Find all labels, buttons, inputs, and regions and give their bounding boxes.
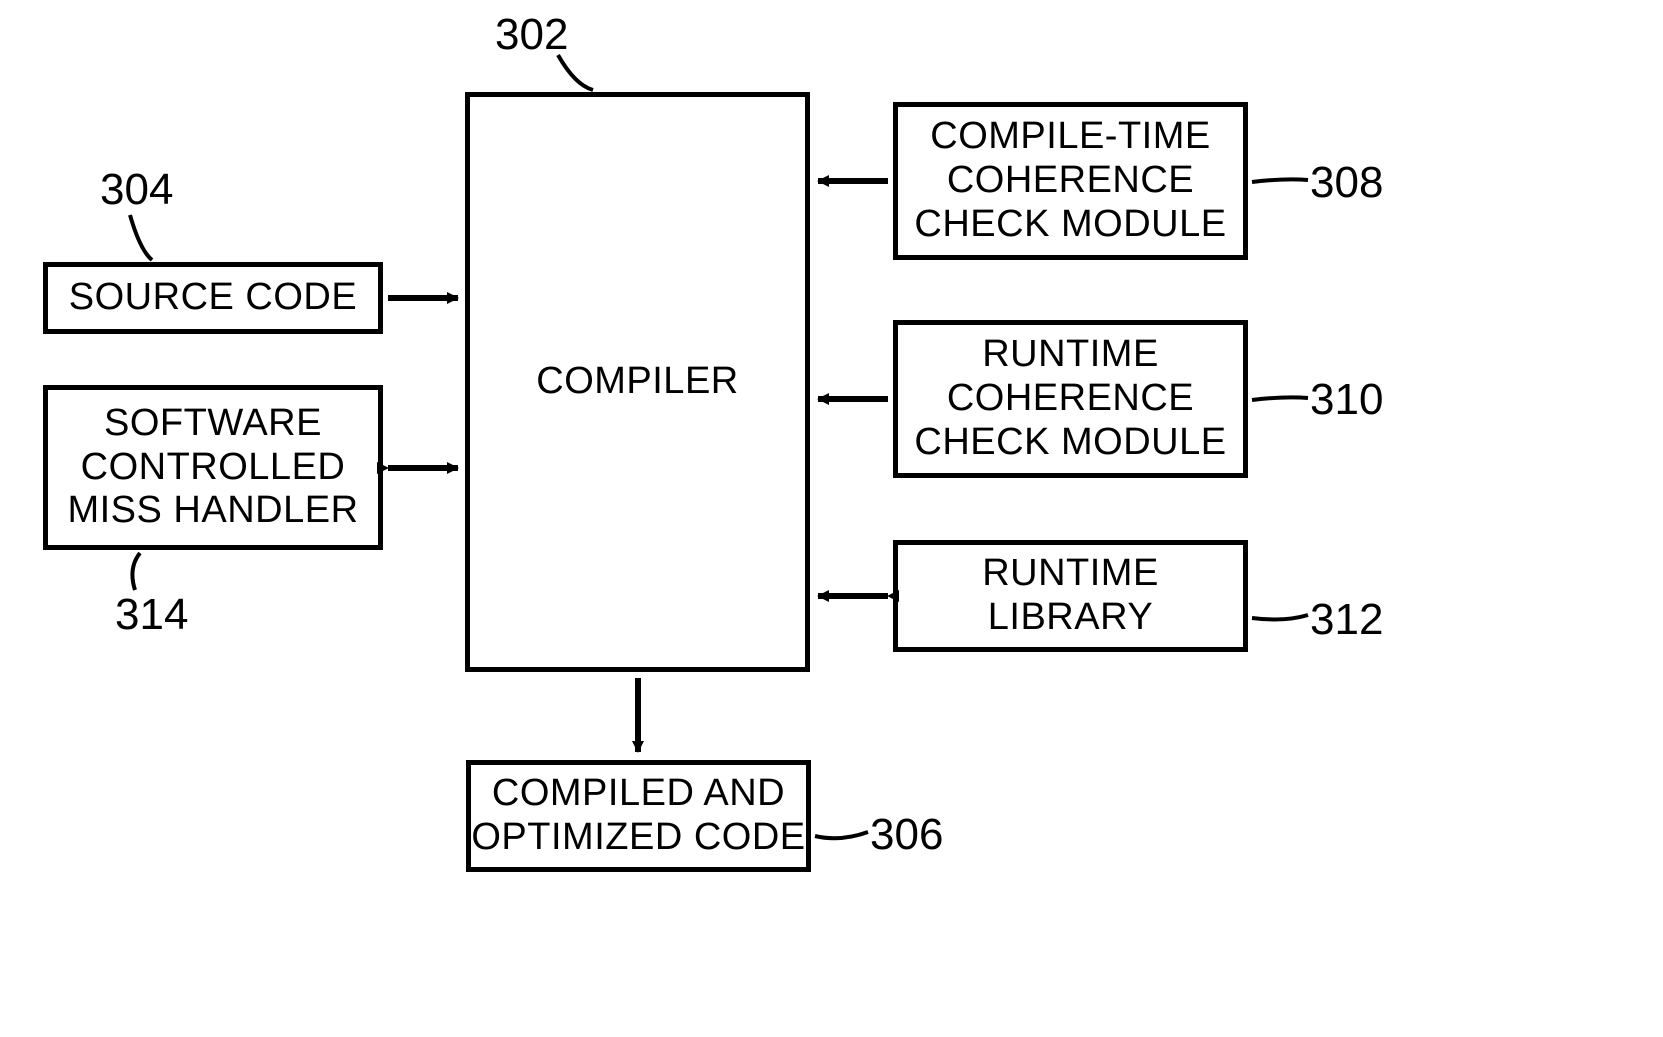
miss-handler-box: SOFTWARE CONTROLLED MISS HANDLER (43, 385, 383, 550)
leader-308 (1252, 179, 1308, 182)
leader-314 (132, 553, 140, 590)
source-code-label: SOURCE CODE (69, 276, 357, 320)
compile-time-module-label: COMPILE-TIME COHERENCE CHECK MODULE (914, 115, 1226, 246)
source-code-box: SOURCE CODE (43, 262, 383, 334)
miss-handler-label: SOFTWARE CONTROLLED MISS HANDLER (67, 402, 358, 533)
ref-312: 312 (1310, 595, 1383, 645)
leader-302 (558, 55, 593, 90)
compile-time-module-box: COMPILE-TIME COHERENCE CHECK MODULE (893, 102, 1248, 260)
leader-304 (130, 215, 152, 260)
leader-306 (815, 832, 868, 838)
runtime-library-box: RUNTIME LIBRARY (893, 540, 1248, 652)
compiled-optimized-box: COMPILED AND OPTIMIZED CODE (466, 760, 811, 872)
ref-302: 302 (495, 10, 568, 60)
ref-314: 314 (115, 590, 188, 640)
ref-304: 304 (100, 165, 173, 215)
runtime-module-box: RUNTIME COHERENCE CHECK MODULE (893, 320, 1248, 478)
leader-310 (1252, 397, 1308, 400)
compiled-optimized-label: COMPILED AND OPTIMIZED CODE (471, 772, 805, 859)
ref-310: 310 (1310, 375, 1383, 425)
compiler-label: COMPILER (536, 360, 738, 404)
compiler-box: COMPILER (465, 92, 810, 672)
runtime-module-label: RUNTIME COHERENCE CHECK MODULE (914, 333, 1226, 464)
runtime-library-label: RUNTIME LIBRARY (982, 552, 1159, 639)
ref-308: 308 (1310, 158, 1383, 208)
ref-306: 306 (870, 810, 943, 860)
leader-312 (1252, 615, 1308, 619)
diagram-stage: COMPILER SOURCE CODE SOFTWARE CONTROLLED… (0, 0, 1663, 1037)
